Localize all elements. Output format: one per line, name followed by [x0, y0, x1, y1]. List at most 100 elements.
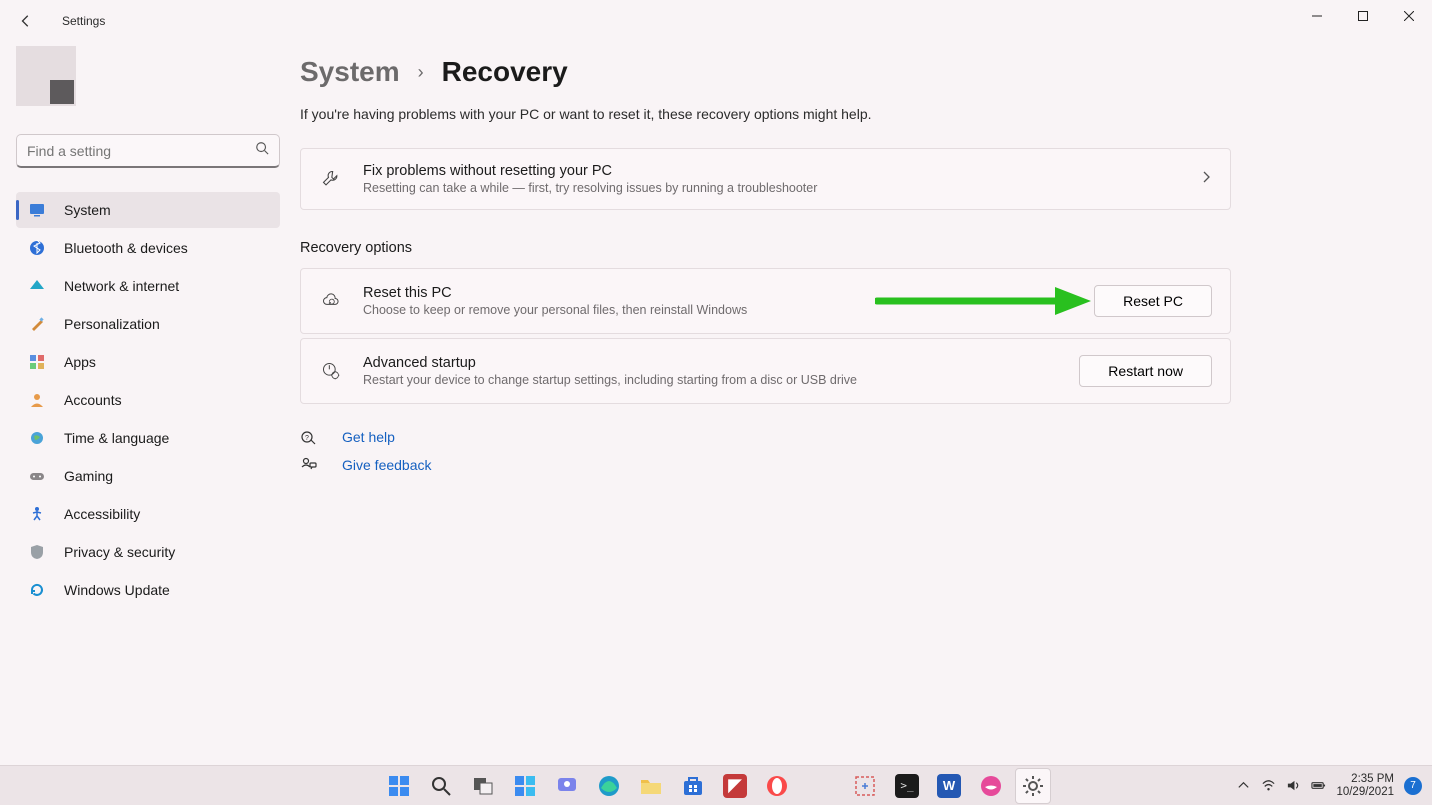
sidebar-item-time[interactable]: Time & language — [16, 420, 280, 456]
folder-icon — [639, 774, 663, 798]
sidebar: System Bluetooth & devices Network & int… — [0, 42, 300, 765]
advanced-startup-row: Advanced startup Restart your device to … — [300, 338, 1231, 404]
edge-icon — [597, 774, 621, 798]
breadcrumb-parent[interactable]: System — [300, 56, 400, 88]
maximize-button[interactable] — [1340, 0, 1386, 32]
search-button[interactable] — [423, 768, 459, 804]
sidebar-item-label: Bluetooth & devices — [64, 240, 188, 256]
arrow-left-icon — [19, 14, 33, 28]
search-input[interactable] — [27, 143, 255, 159]
clock[interactable]: 2:35 PM 10/29/2021 — [1336, 773, 1394, 799]
give-feedback-link[interactable]: Give feedback — [342, 457, 432, 473]
terminal-icon: >_ — [895, 774, 919, 798]
close-button[interactable] — [1386, 0, 1432, 32]
sidebar-item-accessibility[interactable]: Accessibility — [16, 496, 280, 532]
app-red-button[interactable]: ◤ — [717, 768, 753, 804]
titlebar: Settings — [0, 0, 1432, 42]
wifi-tray-icon[interactable] — [1261, 778, 1276, 793]
taskbar: ◤ >_ W 2:35 PM 10/29/2021 7 — [0, 765, 1432, 805]
reset-pc-row: Reset this PC Choose to keep or remove y… — [300, 268, 1231, 334]
search-box[interactable] — [16, 134, 280, 168]
clock-globe-icon — [28, 429, 46, 447]
edge-button[interactable] — [591, 768, 627, 804]
option-subtitle: Choose to keep or remove your personal f… — [363, 303, 1074, 317]
reset-pc-button[interactable]: Reset PC — [1094, 285, 1212, 317]
snip-button[interactable] — [847, 768, 883, 804]
option-text: Advanced startup Restart your device to … — [363, 355, 1059, 387]
cloud-reset-icon — [319, 289, 343, 313]
restart-now-button[interactable]: Restart now — [1079, 355, 1212, 387]
accessibility-icon — [28, 505, 46, 523]
terminal-button[interactable]: >_ — [889, 768, 925, 804]
sidebar-item-label: Gaming — [64, 468, 113, 484]
breadcrumb-current: Recovery — [442, 56, 568, 88]
svg-text:?: ? — [305, 435, 309, 442]
bluetooth-icon — [28, 239, 46, 257]
page-description: If you're having problems with your PC o… — [300, 106, 1372, 122]
chat-icon — [555, 774, 579, 798]
card-subtitle: Resetting can take a while — first, try … — [363, 181, 1180, 195]
chevron-right-icon: › — [418, 62, 424, 83]
avatar — [16, 46, 76, 106]
gear-icon — [1021, 774, 1045, 798]
shell: System Bluetooth & devices Network & int… — [0, 42, 1432, 765]
sidebar-item-bluetooth[interactable]: Bluetooth & devices — [16, 230, 280, 266]
taskbar-center: ◤ >_ W — [381, 768, 1051, 804]
feedback-icon — [300, 456, 318, 474]
opera-icon — [765, 774, 789, 798]
sidebar-item-system[interactable]: System — [16, 192, 280, 228]
sidebar-item-apps[interactable]: Apps — [16, 344, 280, 380]
sidebar-item-privacy[interactable]: Privacy & security — [16, 534, 280, 570]
volume-icon[interactable] — [1286, 778, 1301, 793]
sidebar-item-gaming[interactable]: Gaming — [16, 458, 280, 494]
back-button[interactable] — [14, 9, 38, 33]
power-gear-icon — [319, 359, 343, 383]
sidebar-item-label: Apps — [64, 354, 96, 370]
word-icon: W — [937, 774, 961, 798]
sidebar-item-label: Personalization — [64, 316, 160, 332]
sidebar-item-accounts[interactable]: Accounts — [16, 382, 280, 418]
sidebar-item-label: Time & language — [64, 430, 169, 446]
titlebar-left: Settings — [14, 9, 105, 33]
word-button[interactable]: W — [931, 768, 967, 804]
widgets-icon — [513, 774, 537, 798]
app-pink-button[interactable] — [973, 768, 1009, 804]
battery-icon[interactable] — [1311, 778, 1326, 793]
content: System › Recovery If you're having probl… — [300, 42, 1432, 765]
option-subtitle: Restart your device to change startup se… — [363, 373, 1059, 387]
wifi-icon — [28, 277, 46, 295]
system-tray[interactable] — [1236, 778, 1326, 793]
section-heading: Recovery options — [300, 240, 1372, 256]
sidebar-item-label: Accounts — [64, 392, 122, 408]
store-button[interactable] — [675, 768, 711, 804]
troubleshoot-card[interactable]: Fix problems without resetting your PC R… — [300, 148, 1231, 210]
task-view-icon — [471, 774, 495, 798]
minimize-icon — [1312, 11, 1322, 21]
maximize-icon — [1358, 11, 1368, 21]
sidebar-item-update[interactable]: Windows Update — [16, 572, 280, 608]
app-title: Settings — [62, 14, 105, 28]
opera-button[interactable] — [759, 768, 795, 804]
get-help-link[interactable]: Get help — [342, 429, 395, 445]
chat-button[interactable] — [549, 768, 585, 804]
help-icon: ? — [300, 428, 318, 446]
settings-taskbar-button[interactable] — [1015, 768, 1051, 804]
lips-icon — [979, 774, 1003, 798]
start-button[interactable] — [381, 768, 417, 804]
sidebar-item-label: System — [64, 202, 111, 218]
person-icon — [28, 391, 46, 409]
sidebar-item-label: Accessibility — [64, 506, 140, 522]
feedback-row: Give feedback — [300, 456, 1372, 474]
explorer-button[interactable] — [633, 768, 669, 804]
wrench-icon — [319, 167, 343, 191]
minimize-button[interactable] — [1294, 0, 1340, 32]
chevron-up-icon[interactable] — [1236, 778, 1251, 793]
widgets-button[interactable] — [507, 768, 543, 804]
profile-block[interactable] — [16, 52, 280, 114]
option-text: Reset this PC Choose to keep or remove y… — [363, 285, 1074, 317]
task-view-button[interactable] — [465, 768, 501, 804]
sidebar-item-personalization[interactable]: Personalization — [16, 306, 280, 342]
notification-badge[interactable]: 7 — [1404, 777, 1422, 795]
app-icon: ◤ — [723, 774, 747, 798]
sidebar-item-network[interactable]: Network & internet — [16, 268, 280, 304]
